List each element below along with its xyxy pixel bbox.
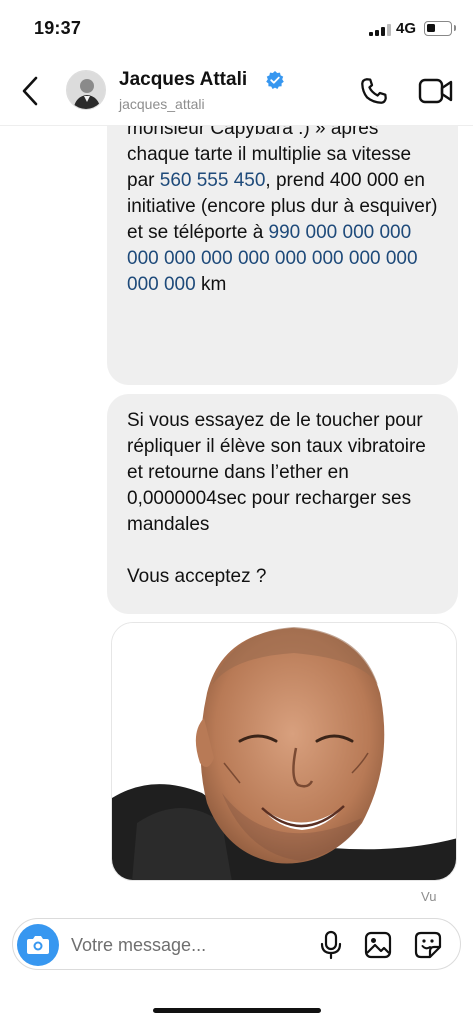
chat-header: Jacques Attali jacques_attali	[0, 56, 473, 126]
battery-icon	[424, 21, 456, 36]
message-thread[interactable]: + si vous oubliez de dire « Merci monsie…	[0, 126, 473, 906]
video-camera-icon	[418, 78, 453, 104]
camera-button[interactable]	[17, 924, 59, 966]
message-text: Si vous essayez de le toucher pour répli…	[127, 410, 426, 587]
gallery-icon	[364, 931, 392, 959]
home-indicator	[153, 1008, 321, 1013]
verified-badge-icon	[266, 71, 284, 89]
number-link[interactable]: 560 555 450	[160, 170, 266, 191]
message-text: + si vous oubliez de dire « Merci monsie…	[127, 126, 438, 298]
gallery-button[interactable]	[363, 930, 393, 960]
photo-message[interactable]	[111, 622, 457, 881]
sticker-icon	[414, 931, 442, 959]
message-composer	[12, 918, 461, 970]
status-bar: 19:37 4G	[0, 0, 473, 56]
contact-name[interactable]: Jacques Attali	[119, 69, 247, 91]
contact-username: jacques_attali	[119, 96, 205, 112]
message-input[interactable]	[71, 932, 291, 958]
portrait-photo	[112, 623, 456, 880]
avatar-image	[67, 71, 105, 109]
camera-icon	[27, 936, 49, 954]
microphone-icon	[320, 930, 342, 960]
microphone-button[interactable]	[317, 930, 345, 960]
video-call-button[interactable]	[418, 76, 454, 106]
seen-label: Vu	[421, 889, 437, 904]
back-button[interactable]	[16, 74, 46, 108]
message-bubble[interactable]: + si vous oubliez de dire « Merci monsie…	[107, 126, 458, 385]
message-bubble[interactable]: Si vous essayez de le toucher pour répli…	[107, 394, 458, 614]
phone-icon	[361, 78, 387, 104]
status-time: 19:37	[34, 18, 82, 38]
sticker-button[interactable]	[413, 930, 443, 960]
network-label: 4G	[396, 20, 417, 37]
back-chevron-icon	[22, 76, 38, 106]
avatar[interactable]	[66, 70, 106, 110]
message-segment: km	[195, 274, 227, 295]
call-button[interactable]	[358, 75, 390, 107]
signal-icon	[369, 24, 391, 36]
